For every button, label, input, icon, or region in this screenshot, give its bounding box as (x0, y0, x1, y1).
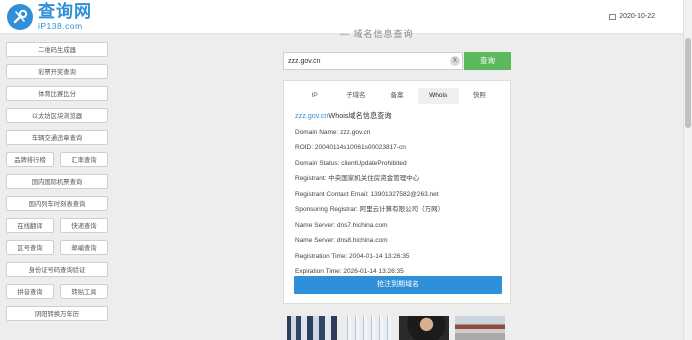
site-logo[interactable]: 查询网 iP138.com (7, 3, 92, 31)
ad-thumbnail-image[interactable] (455, 316, 505, 340)
sidebar-row: 阴阳转换万年历 (6, 306, 108, 321)
sidebar-link[interactable]: 车辆交通违章查询 (6, 130, 108, 145)
sidebar-row: 车辆交通违章查询 (6, 130, 108, 145)
whois-field: ROID: 20040114s10061s00023817-cn (295, 144, 406, 151)
tab-快照[interactable]: 快照 (459, 88, 500, 104)
sidebar-row: 体育比赛比分 (6, 86, 108, 101)
sidebar-row: 品牌排行榜 汇率查询 (6, 152, 108, 167)
sidebar-link[interactable]: 转贴工具 (60, 284, 108, 299)
ad-thumbnail-image[interactable] (343, 316, 393, 340)
sidebar-row: 区号查询 邮编查询 (6, 240, 108, 255)
ad-thumbnail-image[interactable] (287, 316, 337, 340)
logo-tools-icon (7, 3, 33, 30)
sidebar-row: 身份证号码查询验证 (6, 262, 108, 277)
logo-subtitle: iP138.com (38, 21, 83, 31)
sidebar-link[interactable]: 二维码生成器 (6, 42, 108, 57)
section-heading: — 域名信息查询 (340, 29, 414, 39)
register-expiring-domain-button[interactable]: 抢注到期域名 (294, 276, 502, 294)
domain-search-bar: X 查询 (283, 52, 511, 70)
domain-search-input[interactable] (283, 52, 463, 70)
sidebar-row: 国内国际机票查询 (6, 174, 108, 189)
current-date: 2020-10-22 (609, 13, 655, 20)
sidebar-link[interactable]: 国内国际机票查询 (6, 174, 108, 189)
sidebar-link[interactable]: 彩票开奖查询 (6, 64, 108, 79)
clear-input-icon[interactable]: X (450, 56, 460, 66)
whois-field: Registrant: 中央国家机关住房资金管理中心 (295, 175, 420, 182)
tab-子域名[interactable]: 子域名 (335, 88, 376, 104)
sidebar-link[interactable]: 在线翻译 (6, 218, 54, 233)
whois-title: zzz.gov.cnWhois域名信息查询 (295, 111, 501, 121)
whois-field: Name Server: dns7.hichina.com (295, 221, 388, 229)
sidebar-row: 国内列车时刻表查询 (6, 196, 108, 211)
sidebar-row: 彩票开奖查询 (6, 64, 108, 79)
whois-field: Registration Time: 2004-01-14 13:26:35 (295, 252, 410, 260)
sidebar-link[interactable]: 品牌排行榜 (6, 152, 54, 167)
ad-thumbnails (287, 316, 505, 340)
whois-title-domain[interactable]: zzz.gov.cn (295, 111, 328, 120)
sidebar-link[interactable]: 拼音查询 (6, 284, 54, 299)
sidebar-link[interactable]: 快递查询 (60, 218, 108, 233)
whois-field: Name Server: dns8.hichina.com (295, 237, 388, 244)
whois-field: Registrant Contact Email: 13901327582@26… (295, 190, 439, 198)
whois-field: Domain Status: clientUpdateProhibited (295, 159, 407, 167)
tools-sidebar: 二维码生成器 彩票开奖查询 体育比赛比分 以太坊区块浏览器 车辆交通违章查询 品牌排行榜汇… (6, 42, 108, 328)
sidebar-link[interactable]: 身份证号码查询验证 (6, 262, 108, 277)
search-button[interactable]: 查询 (464, 52, 511, 70)
result-tabs: IP 子域名 备案 Whois 快照 (294, 88, 500, 104)
sidebar-link[interactable]: 以太坊区块浏览器 (6, 108, 108, 123)
date-text: 2020-10-22 (619, 13, 655, 20)
sidebar-link[interactable]: 国内列车时刻表查询 (6, 196, 108, 211)
sidebar-row: 以太坊区块浏览器 (6, 108, 108, 123)
tab-whois[interactable]: Whois (417, 88, 459, 104)
tab-备案[interactable]: 备案 (376, 88, 417, 104)
whois-title-suffix: Whois域名信息查询 (328, 111, 392, 120)
sidebar-link[interactable]: 区号查询 (6, 240, 54, 255)
logo-title: 查询网 (38, 2, 92, 21)
sidebar-link[interactable]: 体育比赛比分 (6, 86, 108, 101)
ad-thumbnail-image[interactable] (399, 316, 449, 340)
sidebar-link[interactable]: 汇率查询 (60, 152, 108, 167)
calendar-icon (609, 13, 617, 20)
whois-field: Sponsoring Registrar: 阿里云计算有限公司（万网） (295, 206, 445, 213)
scrollbar-thumb[interactable] (685, 38, 691, 128)
sidebar-row: 拼音查询 转贴工具 (6, 284, 108, 299)
sidebar-link[interactable]: 阴阳转换万年历 (6, 306, 108, 321)
sidebar-link[interactable]: 邮编查询 (60, 240, 108, 255)
whois-field: Domain Name: zzz.gov.cn (295, 128, 371, 136)
tab-ip[interactable]: IP (294, 88, 335, 104)
result-panel: IP 子域名 备案 Whois 快照 zzz.gov.cnWhois域名信息查询 Dom… (283, 80, 511, 304)
sidebar-row: 二维码生成器 (6, 42, 108, 57)
page-scrollbar[interactable] (683, 0, 692, 340)
sidebar-row: 在线翻译 快递查询 (6, 218, 108, 233)
whois-field: Expiration Time: 2026-01-14 13:26:35 (295, 268, 404, 275)
whois-info: zzz.gov.cnWhois域名信息查询 Domain Name: zzz.g… (295, 111, 501, 292)
